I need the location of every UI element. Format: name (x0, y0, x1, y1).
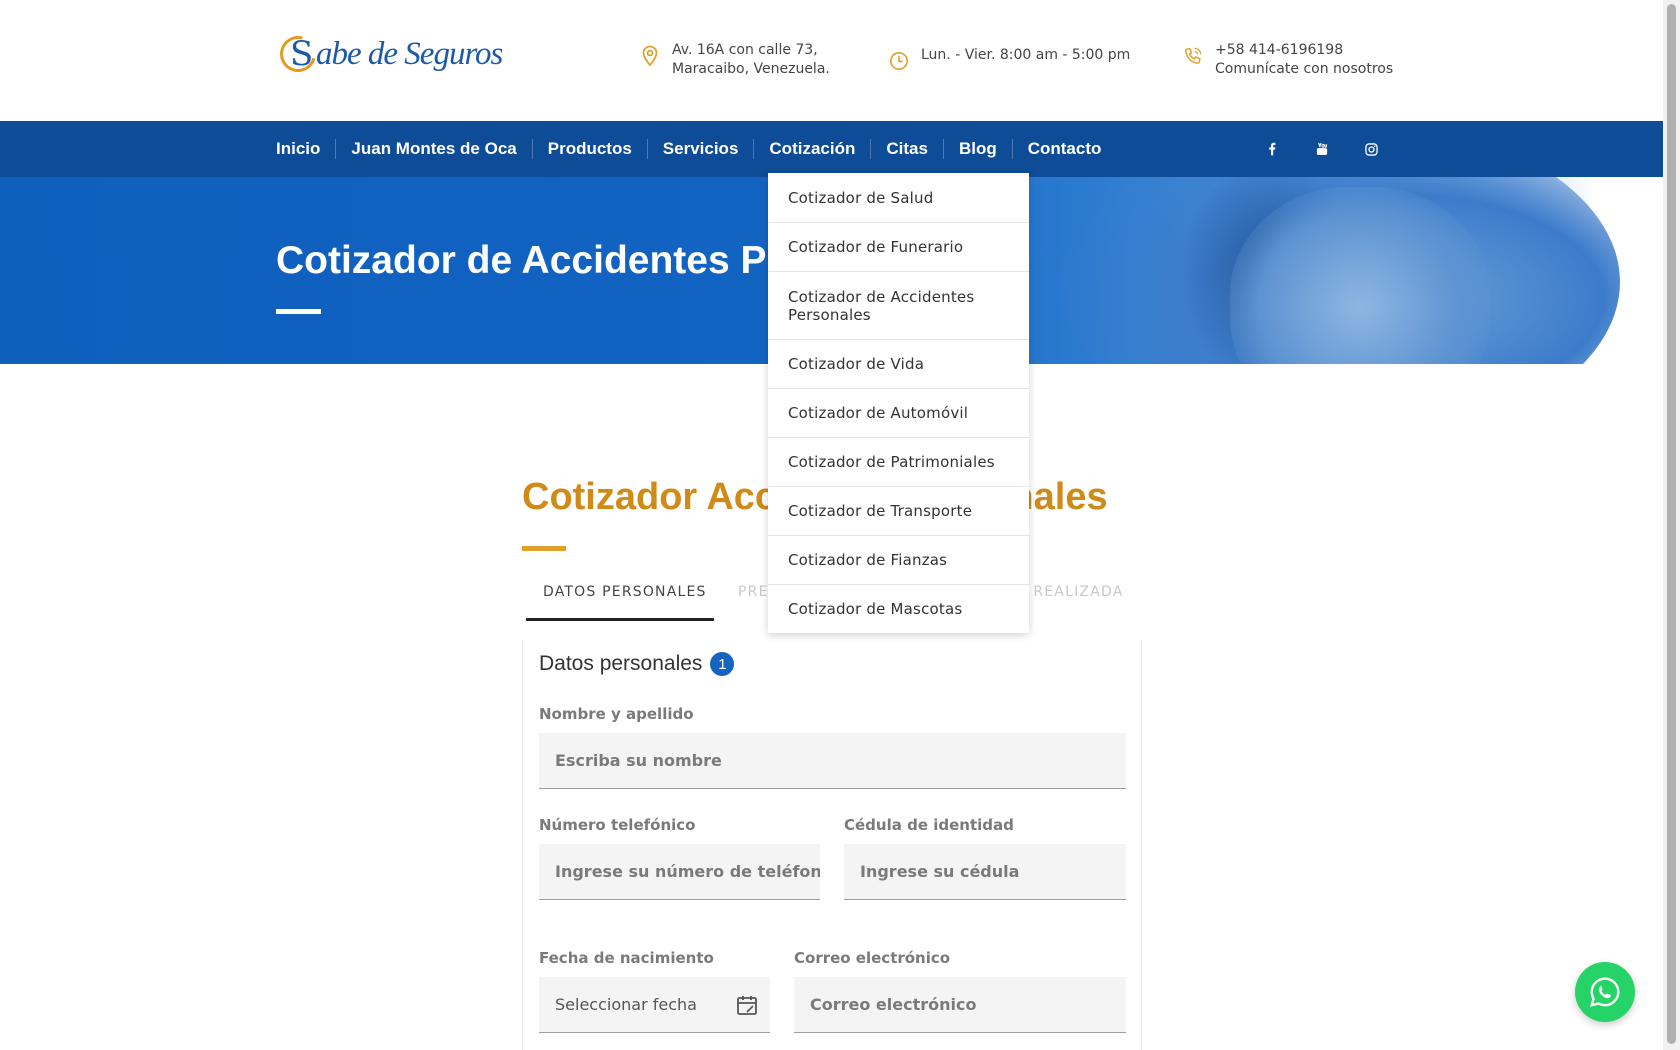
hero-underline (276, 309, 321, 314)
email-input[interactable]: Correo electrónico (794, 977, 1126, 1033)
birthdate-label: Fecha de nacimiento (539, 949, 714, 967)
business-hours: Lun. - Vier. 8:00 am - 5:00 pm (921, 47, 1131, 63)
nav-item-productos[interactable]: Productos (531, 139, 647, 159)
dropdown-item-mascotas[interactable]: Cotizador de Mascotas (768, 584, 1029, 633)
logo-text: abe de Seguros (316, 35, 503, 72)
top-header: S abe de Seguros Av. 16A con calle 73, M… (0, 0, 1663, 121)
form-section-title: Datos personales 1 (539, 652, 735, 676)
phone-icon (1185, 47, 1202, 64)
nav-item-inicio[interactable]: Inicio (276, 139, 335, 159)
id-label: Cédula de identidad (844, 816, 1014, 834)
dropdown-item-vida[interactable]: Cotizador de Vida (768, 339, 1029, 388)
address-line-2: Maracaibo, Venezuela. (672, 61, 830, 77)
logo-mark: S (273, 29, 323, 79)
dropdown-item-fianzas[interactable]: Cotizador de Fianzas (768, 535, 1029, 584)
address-line-1: Av. 16A con calle 73, (672, 42, 818, 58)
active-tab-indicator (526, 618, 714, 621)
clock-icon (890, 52, 908, 70)
nav-item-juan-montes-de-oca[interactable]: Juan Montes de Oca (335, 139, 531, 159)
dropdown-item-patrimoniales[interactable]: Cotizador de Patrimoniales (768, 437, 1029, 486)
calendar-icon[interactable] (736, 994, 758, 1016)
scrollbar-thumb[interactable] (1667, 4, 1676, 1044)
phone-number[interactable]: +58 414-6196198 (1215, 41, 1393, 60)
nav-menu: Inicio Juan Montes de Oca Productos Serv… (276, 121, 1116, 177)
phone-input[interactable]: Ingrese su número de teléfono (539, 844, 820, 900)
nav-item-citas[interactable]: Citas (870, 139, 943, 159)
personal-data-form: Datos personales 1 Nombre y apellido Esc… (522, 640, 1142, 1050)
main-nav: Inicio Juan Montes de Oca Productos Serv… (0, 121, 1663, 177)
nav-item-contacto[interactable]: Contacto (1011, 139, 1117, 159)
step-badge: 1 (710, 652, 735, 676)
dropdown-item-funerario[interactable]: Cotizador de Funerario (768, 222, 1029, 271)
phone-label: Número telefónico (539, 816, 696, 834)
tab-step-3[interactable]: N REALIZADA (1016, 584, 1123, 600)
phone-subtext: Comunícate con nosotros (1215, 61, 1394, 77)
dropdown-item-automovil[interactable]: Cotizador de Automóvil (768, 388, 1029, 437)
name-label: Nombre y apellido (539, 705, 694, 723)
hero-title: Cotizador de Accidentes P (276, 239, 767, 282)
address-info: Av. 16A con calle 73, Maracaibo, Venezue… (640, 41, 830, 79)
instagram-icon[interactable] (1356, 121, 1386, 177)
form-heading-underline (522, 546, 566, 551)
id-input[interactable]: Ingrese su cédula (844, 844, 1126, 900)
dropdown-item-salud[interactable]: Cotizador de Salud (768, 173, 1029, 222)
youtube-icon[interactable] (1307, 121, 1337, 177)
hours-info: Lun. - Vier. 8:00 am - 5:00 pm (889, 46, 1130, 72)
whatsapp-chat-button[interactable] (1575, 962, 1635, 1022)
nav-item-blog[interactable]: Blog (942, 139, 1012, 159)
cotizacion-dropdown-menu: Cotizador de Salud Cotizador de Funerari… (768, 173, 1029, 633)
nav-item-cotizacion[interactable]: Cotización (753, 139, 870, 159)
dropdown-item-accidentes-personales[interactable]: Cotizador de Accidentes Personales (768, 271, 1029, 339)
tab-step-2[interactable]: PRE (738, 584, 769, 600)
facebook-icon[interactable] (1257, 121, 1287, 177)
nav-item-servicios[interactable]: Servicios (646, 139, 754, 159)
whatsapp-icon (1590, 977, 1620, 1007)
tab-datos-personales[interactable]: DATOS PERSONALES (543, 584, 707, 600)
birthdate-placeholder: Seleccionar fecha (555, 995, 697, 1014)
site-logo[interactable]: S abe de Seguros (273, 29, 503, 79)
name-input[interactable]: Escriba su nombre (539, 733, 1126, 789)
birthdate-input[interactable]: Seleccionar fecha (539, 977, 770, 1033)
page-scrollbar[interactable] (1663, 0, 1680, 1050)
location-pin-icon (642, 45, 658, 67)
dropdown-item-transporte[interactable]: Cotizador de Transporte (768, 486, 1029, 535)
phone-info: +58 414-6196198 Comunícate con nosotros (1183, 41, 1393, 79)
email-label: Correo electrónico (794, 949, 951, 967)
